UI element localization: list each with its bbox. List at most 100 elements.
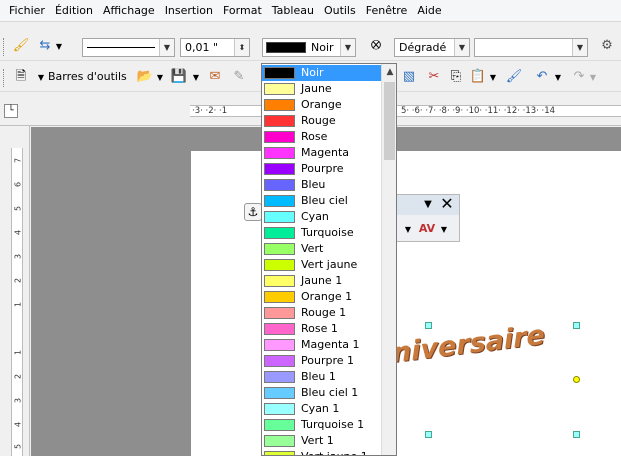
floating-toolbar-titlebar[interactable]: ▼ ✕ [397, 195, 459, 215]
color-option[interactable]: Jaune 1 [262, 273, 381, 289]
menu-fenetre[interactable]: Fenêtre [361, 1, 413, 21]
color-option[interactable]: Magenta [262, 145, 381, 161]
menu-aide[interactable]: Aide [412, 1, 446, 21]
email-icon[interactable]: ✉ [206, 69, 224, 85]
color-option[interactable]: Vert [262, 241, 381, 257]
menu-insertion[interactable]: Insertion [160, 1, 218, 21]
shadow-icon[interactable]: ⚙ [598, 38, 616, 54]
color-option[interactable]: Pourpre 1 [262, 353, 381, 369]
chevron-down-icon[interactable]: ▼ [159, 39, 174, 56]
color-option-label: Turquoise 1 [301, 418, 365, 431]
scroll-thumb[interactable] [384, 82, 395, 160]
fontwork-adjust-handle[interactable] [573, 376, 580, 383]
menu-fichier[interactable]: Fichier [4, 1, 50, 21]
menu-format[interactable]: Format [218, 1, 267, 21]
cut-icon[interactable]: ✂ [425, 69, 443, 85]
color-swatch [264, 419, 295, 431]
selection-handle[interactable] [573, 431, 580, 438]
chevron-down-icon[interactable]: ▼ [454, 39, 469, 56]
color-option[interactable]: Vert 1 [262, 433, 381, 449]
chevron-down-icon[interactable]: ▼ [191, 70, 201, 86]
selection-handle[interactable] [425, 322, 432, 329]
line-color-select[interactable]: Noir ▼ [262, 38, 356, 57]
color-option[interactable]: Rose 1 [262, 321, 381, 337]
menu-tableau[interactable]: Tableau [267, 1, 319, 21]
clone-formatting-icon[interactable]: 🖌 [505, 69, 523, 85]
area-fill-icon[interactable]: ⭙ [367, 38, 385, 54]
chevron-down-icon[interactable]: ▼ [439, 222, 449, 238]
drawing-properties-toolbar: 🖌 ⇆ ▼ ▼ 0,01 " ⬍ Noir ▼ ⭙ Dégradé ▼ ▼ ⚙ [0, 33, 621, 61]
color-option-label: Rouge 1 [301, 306, 347, 319]
color-option-label: Orange [301, 98, 342, 111]
edit-file-icon[interactable]: ✎ [230, 69, 248, 85]
close-icon[interactable]: ✕ [439, 196, 455, 212]
color-option[interactable]: Orange 1 [262, 289, 381, 305]
menu-affichage[interactable]: Affichage [98, 1, 160, 21]
spinner-icon[interactable]: ⬍ [234, 39, 249, 56]
color-option[interactable]: Noir [262, 65, 381, 81]
chevron-down-icon[interactable]: ▼ [340, 39, 355, 56]
color-option-label: Rose [301, 130, 328, 143]
color-option[interactable]: Rouge 1 [262, 305, 381, 321]
chevron-down-icon[interactable]: ▼ [403, 222, 413, 238]
color-swatch [264, 435, 295, 447]
color-option-label: Cyan 1 [301, 402, 340, 415]
chevron-down-icon[interactable]: ▼ [553, 70, 563, 86]
color-option[interactable]: Pourpre [262, 161, 381, 177]
undo-icon[interactable]: ↶ [533, 69, 551, 85]
color-option[interactable]: Vert jaune [262, 257, 381, 273]
save-icon[interactable]: 💾 [170, 69, 188, 85]
color-option[interactable]: Magenta 1 [262, 337, 381, 353]
menu-edition[interactable]: Édition [50, 1, 98, 21]
line-style-select[interactable]: ▼ [82, 38, 175, 57]
tab-stop-selector[interactable]: └ [4, 104, 18, 118]
open-icon[interactable]: 📂 [136, 69, 154, 85]
color-option[interactable]: Vert jaune 1 [262, 449, 381, 455]
color-option[interactable]: Bleu ciel [262, 193, 381, 209]
color-option[interactable]: Cyan [262, 209, 381, 225]
chevron-down-icon[interactable]: ▼ [488, 70, 498, 86]
color-option[interactable]: Bleu [262, 177, 381, 193]
color-option[interactable]: Turquoise [262, 225, 381, 241]
arrow-style-dropdown-icon[interactable]: ▼ [54, 39, 64, 55]
vertical-ruler-scale[interactable]: 7 6 5 4 3 2 1 1 2 3 4 5 [11, 148, 23, 456]
character-spacing-icon[interactable]: AV [417, 221, 437, 237]
toolbar-menu-icon[interactable]: ▼ [421, 197, 435, 213]
color-option[interactable]: Rose [262, 129, 381, 145]
color-option-label: Rose 1 [301, 322, 338, 335]
color-option[interactable]: Jaune [262, 81, 381, 97]
selection-handle[interactable] [425, 431, 432, 438]
color-option[interactable]: Bleu 1 [262, 369, 381, 385]
selection-handle[interactable] [573, 322, 580, 329]
toolbar-grip[interactable] [3, 38, 6, 56]
menu-outils[interactable]: Outils [319, 1, 361, 21]
color-option[interactable]: Cyan 1 [262, 401, 381, 417]
arrow-style-icon[interactable]: ⇆ [36, 38, 54, 54]
toolbar-grip[interactable] [3, 69, 6, 87]
color-option[interactable]: Rouge [262, 113, 381, 129]
fill-style-select[interactable]: Dégradé ▼ [394, 38, 470, 57]
ruler-label: 2 [13, 373, 23, 380]
ruler-label: 5 [13, 443, 23, 450]
color-option[interactable]: Turquoise 1 [262, 417, 381, 433]
export-pdf-icon[interactable]: ▧ [400, 69, 418, 85]
color-option[interactable]: Bleu ciel 1 [262, 385, 381, 401]
list-scrollbar[interactable]: ▲ [381, 64, 396, 455]
horizontal-ruler-scale[interactable]: ·3· ·2· ·1 5· ·6· ·7· ·8· ·9· ·10· ·11· … [190, 105, 621, 117]
chevron-down-icon[interactable]: ▼ [36, 70, 46, 86]
chevron-down-icon[interactable]: ▼ [588, 70, 598, 86]
toolbars-label[interactable]: Barres d'outils [48, 70, 127, 83]
copy-icon[interactable]: ⎘ [447, 69, 465, 85]
color-swatch [264, 259, 295, 271]
new-document-icon[interactable]: 🗎 [12, 69, 30, 85]
chevron-down-icon[interactable]: ▼ [155, 70, 165, 86]
scroll-up-icon[interactable]: ▲ [382, 64, 396, 80]
chevron-down-icon[interactable]: ▼ [572, 39, 587, 56]
fill-value-select[interactable]: ▼ [474, 38, 588, 57]
line-style-icon[interactable]: 🖌 [12, 38, 30, 54]
paste-icon[interactable]: 📋 [469, 69, 487, 85]
color-option[interactable]: Orange [262, 97, 381, 113]
line-width-field[interactable]: 0,01 " ⬍ [180, 38, 250, 57]
anchor-icon[interactable]: ⚓ [244, 203, 262, 221]
redo-icon[interactable]: ↷ [570, 69, 588, 85]
